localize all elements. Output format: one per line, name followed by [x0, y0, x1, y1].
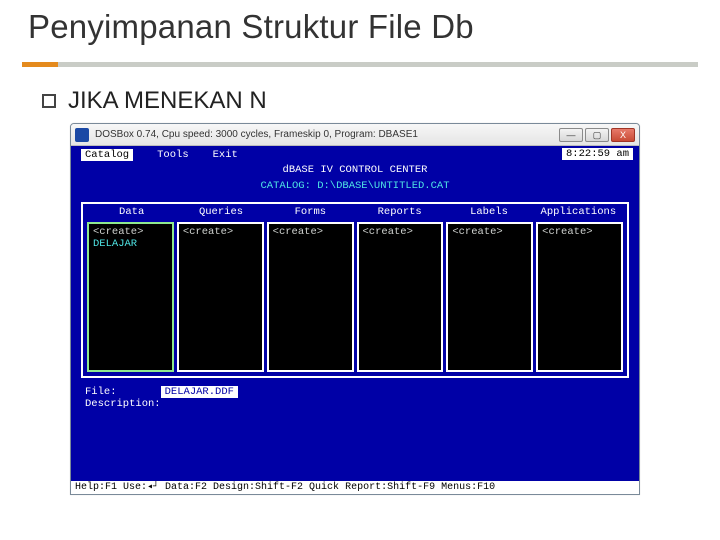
accent-grey: [58, 62, 698, 67]
col-forms: Forms: [266, 206, 355, 218]
panel-create[interactable]: <create>: [363, 226, 438, 238]
help-bar: Help:F1 Use:◂┘ Data:F2 Design:Shift-F2 Q…: [71, 481, 639, 495]
panel-data[interactable]: <create> DELAJAR: [87, 222, 174, 372]
catalog-path: CATALOG: D:\DBASE\UNTITLED.CAT: [75, 180, 635, 192]
window-titlebar[interactable]: DOSBox 0.74, Cpu speed: 3000 cycles, Fra…: [71, 124, 639, 146]
dos-screen: Catalog Tools Exit 8:22:59 am dBASE IV C…: [71, 146, 639, 494]
file-label: File:: [85, 386, 117, 398]
panel-create[interactable]: <create>: [93, 226, 168, 238]
accent-orange: [22, 62, 58, 67]
col-applications: Applications: [534, 206, 623, 218]
maximize-button[interactable]: ▢: [585, 128, 609, 142]
close-button[interactable]: X: [611, 128, 635, 142]
col-queries: Queries: [176, 206, 265, 218]
description-label: Description:: [85, 398, 625, 410]
window-button-group: — ▢ X: [559, 128, 635, 142]
bullet-row: JIKA MENEKAN N: [22, 87, 698, 115]
dosbox-window: DOSBox 0.74, Cpu speed: 3000 cycles, Fra…: [70, 123, 640, 495]
panels-container: Data Queries Forms Reports Labels Applic…: [81, 202, 629, 378]
menu-catalog[interactable]: Catalog: [81, 149, 133, 161]
slide-title: Penyimpanan Struktur File Db: [22, 8, 698, 46]
panels-row: <create> DELAJAR <create> <create> <crea…: [85, 222, 625, 374]
panel-labels[interactable]: <create>: [446, 222, 533, 372]
panel-reports[interactable]: <create>: [357, 222, 444, 372]
minimize-button[interactable]: —: [559, 128, 583, 142]
panel-create[interactable]: <create>: [452, 226, 527, 238]
file-value: DELAJAR.DDF: [161, 386, 238, 398]
menu-tools[interactable]: Tools: [157, 149, 189, 161]
col-labels: Labels: [444, 206, 533, 218]
panel-create[interactable]: <create>: [273, 226, 348, 238]
bullet-text: JIKA MENEKAN N: [68, 87, 267, 115]
column-headers: Data Queries Forms Reports Labels Applic…: [85, 206, 625, 222]
dosbox-icon: [75, 128, 89, 142]
bullet-icon: [42, 94, 56, 108]
panel-create[interactable]: <create>: [542, 226, 617, 238]
dos-menubar: Catalog Tools Exit: [75, 148, 635, 162]
clock: 8:22:59 am: [562, 148, 633, 160]
menu-exit[interactable]: Exit: [213, 149, 238, 161]
col-reports: Reports: [355, 206, 444, 218]
col-data: Data: [87, 206, 176, 218]
panel-queries[interactable]: <create>: [177, 222, 264, 372]
panel-create[interactable]: <create>: [183, 226, 258, 238]
panel-applications[interactable]: <create>: [536, 222, 623, 372]
file-info: File: DELAJAR.DDF Description:: [75, 380, 635, 410]
panel-forms[interactable]: <create>: [267, 222, 354, 372]
title-underline: [22, 62, 698, 67]
panel-item-delajar[interactable]: DELAJAR: [93, 238, 168, 250]
window-title: DOSBox 0.74, Cpu speed: 3000 cycles, Fra…: [95, 129, 553, 140]
control-center-title: dBASE IV CONTROL CENTER: [75, 164, 635, 176]
